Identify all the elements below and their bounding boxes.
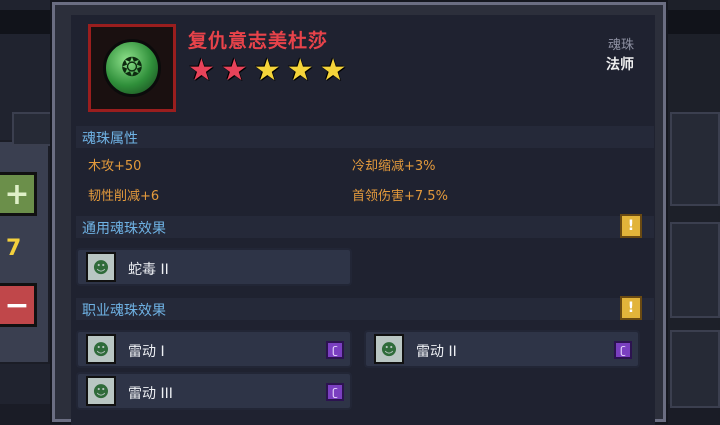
decrease-button[interactable]: − (0, 283, 37, 327)
effect-name: 雷动 I (128, 344, 165, 360)
effect-item-venom[interactable]: ☻ 蛇毒 II (76, 248, 352, 286)
rarity-star-icon: ★ (220, 53, 248, 88)
rarity-star-icon: ★ (188, 53, 215, 88)
background-slot (670, 330, 720, 408)
attribute-item: 木攻+50 (88, 159, 142, 174)
background-slot (12, 112, 56, 146)
attributes-section-title: 魂珠属性 (82, 131, 138, 147)
rarity-star-icon: ★ (286, 53, 314, 88)
medusa-head-icon: ☻ (374, 334, 404, 364)
attribute-item: 冷却缩减+3% (352, 159, 436, 174)
class-effects-header: 职业魂珠效果 (76, 298, 654, 320)
attribute-item: 韧性削减+6 (88, 189, 160, 204)
attributes-section-header: 魂珠属性 (76, 126, 654, 148)
item-class-label: 法师 (606, 57, 634, 73)
rarity-stars: ★ ★ ★ ★ ★ (188, 56, 347, 86)
item-type-label: 魂珠 (607, 38, 634, 53)
background-slot (670, 112, 720, 206)
effect-item-thunder-2[interactable]: ☻ 雷动 II ʗ (364, 330, 640, 368)
effect-name: 雷动 II (416, 344, 457, 360)
attribute-item: 首领伤害+7.5% (352, 189, 448, 204)
effect-name: 雷动 III (128, 386, 173, 402)
general-effects-header: 通用魂珠效果 (76, 216, 654, 238)
rune-icon: ʗ (614, 341, 632, 359)
effect-item-thunder-1[interactable]: ☻ 雷动 I ʗ (76, 330, 352, 368)
effect-item-thunder-3[interactable]: ☻ 雷动 III ʗ (76, 372, 352, 410)
rarity-star-icon: ★ (319, 53, 347, 88)
effect-name: 蛇毒 II (128, 262, 169, 278)
background-slot (670, 222, 720, 318)
item-portrait: ❂ (88, 24, 176, 112)
rarity-star-icon: ★ (253, 53, 281, 88)
general-effects-title: 通用魂珠效果 (82, 221, 166, 237)
medusa-orb-icon: ❂ (103, 39, 161, 97)
medusa-head-icon: ☻ (86, 252, 116, 282)
general-effects-info-button[interactable]: ! (620, 214, 642, 238)
item-name: 复仇意志美杜莎 (188, 30, 329, 52)
medusa-head-icon: ☻ (86, 376, 116, 406)
medusa-head-icon: ☻ (86, 334, 116, 364)
rune-icon: ʗ (326, 383, 344, 401)
increase-button[interactable]: + (0, 172, 37, 216)
rune-icon: ʗ (326, 341, 344, 359)
class-effects-info-button[interactable]: ! (620, 296, 642, 320)
class-effects-title: 职业魂珠效果 (82, 303, 166, 319)
quantity-value: 7 (6, 236, 22, 261)
